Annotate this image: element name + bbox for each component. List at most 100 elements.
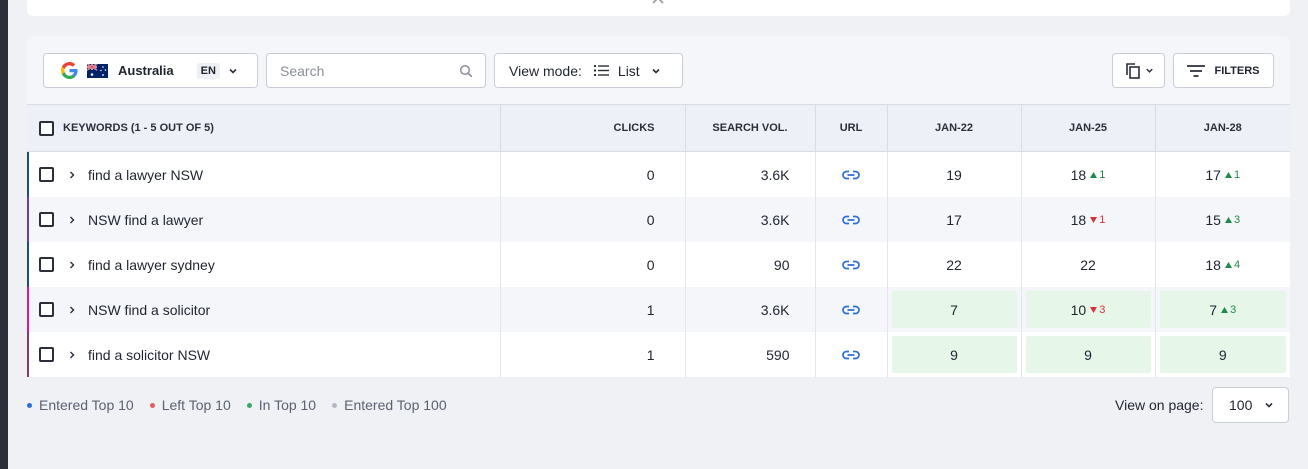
arrow-up-icon — [1090, 171, 1098, 178]
position-cell: 17 — [886, 197, 1021, 242]
chevron-down-icon — [652, 68, 660, 74]
search-icon — [459, 64, 473, 77]
language-badge: EN — [196, 62, 220, 79]
position-up-delta: 1 — [1090, 169, 1105, 181]
url-cell — [814, 242, 887, 287]
position-cell: 18 1 — [1020, 151, 1155, 197]
volume-cell: 3.6K — [684, 151, 815, 197]
arrow-up-icon — [1221, 306, 1229, 313]
link-icon[interactable] — [842, 350, 860, 360]
page-size-selector[interactable]: 100 — [1212, 387, 1289, 423]
select-all-checkbox[interactable] — [39, 120, 54, 136]
in-top10-highlight: 9 — [891, 336, 1017, 373]
chevron-right-icon[interactable] — [68, 171, 76, 179]
keyword-text[interactable]: find a lawyer sydney — [88, 257, 215, 273]
arrow-down-icon — [1090, 216, 1098, 223]
clicks-cell: 0 — [499, 151, 685, 197]
link-icon[interactable] — [842, 260, 860, 270]
position-cell: 15 3 — [1154, 197, 1290, 242]
chevron-right-icon[interactable] — [68, 216, 76, 224]
url-header: URL — [814, 104, 887, 152]
keywords-panel: Australia EN Search View mode: List FILT… — [27, 36, 1290, 377]
keyword-text[interactable]: find a solicitor NSW — [88, 347, 210, 363]
arrow-up-icon — [1224, 261, 1232, 268]
url-cell — [814, 287, 887, 332]
keyword-text[interactable]: find a lawyer NSW — [88, 167, 203, 183]
keyword-text[interactable]: NSW find a solicitor — [88, 302, 210, 318]
clicks-header[interactable]: CLICKS — [499, 104, 685, 152]
legend-entered-top100: Entered Top 100 — [332, 397, 447, 413]
position-cell: 18 1 — [1020, 197, 1155, 242]
position-cell: 18 4 — [1154, 242, 1290, 287]
keywords-table: KEYWORDS (1 - 5 OUT OF 5) CLICKS SEARCH … — [27, 104, 1290, 377]
volume-cell: 90 — [684, 242, 815, 287]
search-vol-header[interactable]: SEARCH VOL. — [684, 104, 815, 152]
filters-label: FILTERS — [1214, 64, 1260, 77]
position-cell: 19 — [886, 151, 1021, 197]
date-header-3[interactable]: JAN-28 — [1154, 104, 1290, 152]
google-logo-icon — [61, 62, 78, 79]
filter-icon — [1187, 64, 1206, 77]
clicks-cell: 1 — [499, 287, 685, 332]
table-row: find a lawyer sydney 0 90 22 22 18 4 — [27, 242, 1290, 287]
position-up-delta: 1 — [1224, 169, 1240, 181]
row-color-bar — [27, 197, 29, 242]
chevron-down-icon — [229, 68, 237, 74]
row-color-bar — [27, 242, 29, 287]
toolbar: Australia EN Search View mode: List FILT… — [27, 36, 1290, 104]
country-selector[interactable]: Australia EN — [43, 53, 258, 88]
row-color-bar — [27, 287, 29, 332]
top-panel — [27, 0, 1290, 16]
link-icon[interactable] — [842, 170, 860, 180]
row-checkbox[interactable] — [39, 347, 54, 362]
row-checkbox[interactable] — [39, 167, 54, 182]
table-header-row: KEYWORDS (1 - 5 OUT OF 5) CLICKS SEARCH … — [27, 104, 1290, 152]
filters-button[interactable]: FILTERS — [1173, 53, 1274, 88]
position-cell: 73 — [1154, 287, 1290, 332]
view-on-page-label: View on page: — [1115, 397, 1204, 413]
chevron-right-icon[interactable] — [68, 306, 76, 314]
date-header-1[interactable]: JAN-22 — [886, 104, 1021, 152]
chevron-right-icon[interactable] — [68, 261, 76, 269]
volume-cell: 3.6K — [684, 287, 815, 332]
page-size-value: 100 — [1229, 397, 1253, 413]
link-icon[interactable] — [842, 305, 860, 315]
position-down-delta: 1 — [1090, 214, 1105, 226]
url-cell — [814, 332, 887, 377]
position-cell: 10 3 — [1020, 287, 1155, 332]
link-icon[interactable] — [842, 215, 860, 225]
search-input[interactable]: Search — [280, 63, 459, 79]
row-checkbox[interactable] — [39, 302, 54, 317]
in-top10-highlight: 10 3 — [1025, 291, 1151, 328]
dot-icon — [332, 402, 338, 408]
in-top10-highlight: 73 — [1159, 291, 1286, 328]
view-mode-label: View mode: — [509, 62, 582, 79]
row-checkbox[interactable] — [39, 257, 54, 272]
position-cell: 9 — [1154, 332, 1290, 377]
keyword-text[interactable]: NSW find a lawyer — [88, 212, 203, 228]
chevron-right-icon[interactable] — [68, 351, 76, 359]
copy-button[interactable] — [1112, 53, 1165, 88]
view-mode-selector[interactable]: View mode: List — [494, 53, 683, 88]
dot-icon — [149, 402, 155, 408]
clicks-cell: 1 — [499, 332, 685, 377]
country-name: Australia — [118, 63, 174, 78]
australia-flag-icon — [87, 63, 108, 78]
keywords-header: KEYWORDS (1 - 5 OUT OF 5) — [27, 104, 500, 152]
row-checkbox[interactable] — [39, 212, 54, 227]
copy-icon — [1125, 62, 1140, 79]
left-edge-strip — [0, 0, 8, 469]
date-header-2[interactable]: JAN-25 — [1020, 104, 1155, 152]
search-box[interactable]: Search — [266, 53, 486, 88]
row-color-bar — [27, 152, 29, 197]
dot-icon — [27, 402, 32, 408]
close-icon[interactable] — [651, 0, 665, 5]
position-up-delta: 4 — [1224, 259, 1240, 271]
clicks-cell: 0 — [499, 197, 685, 242]
position-cell: 9 — [886, 332, 1021, 377]
position-up-delta: 3 — [1224, 214, 1240, 226]
position-cell: 22 — [886, 242, 1021, 287]
legend: Entered Top 10 Left Top 10 In Top 10 Ent… — [27, 397, 463, 413]
legend-left-top10: Left Top 10 — [149, 397, 231, 413]
arrow-up-icon — [1224, 171, 1232, 178]
